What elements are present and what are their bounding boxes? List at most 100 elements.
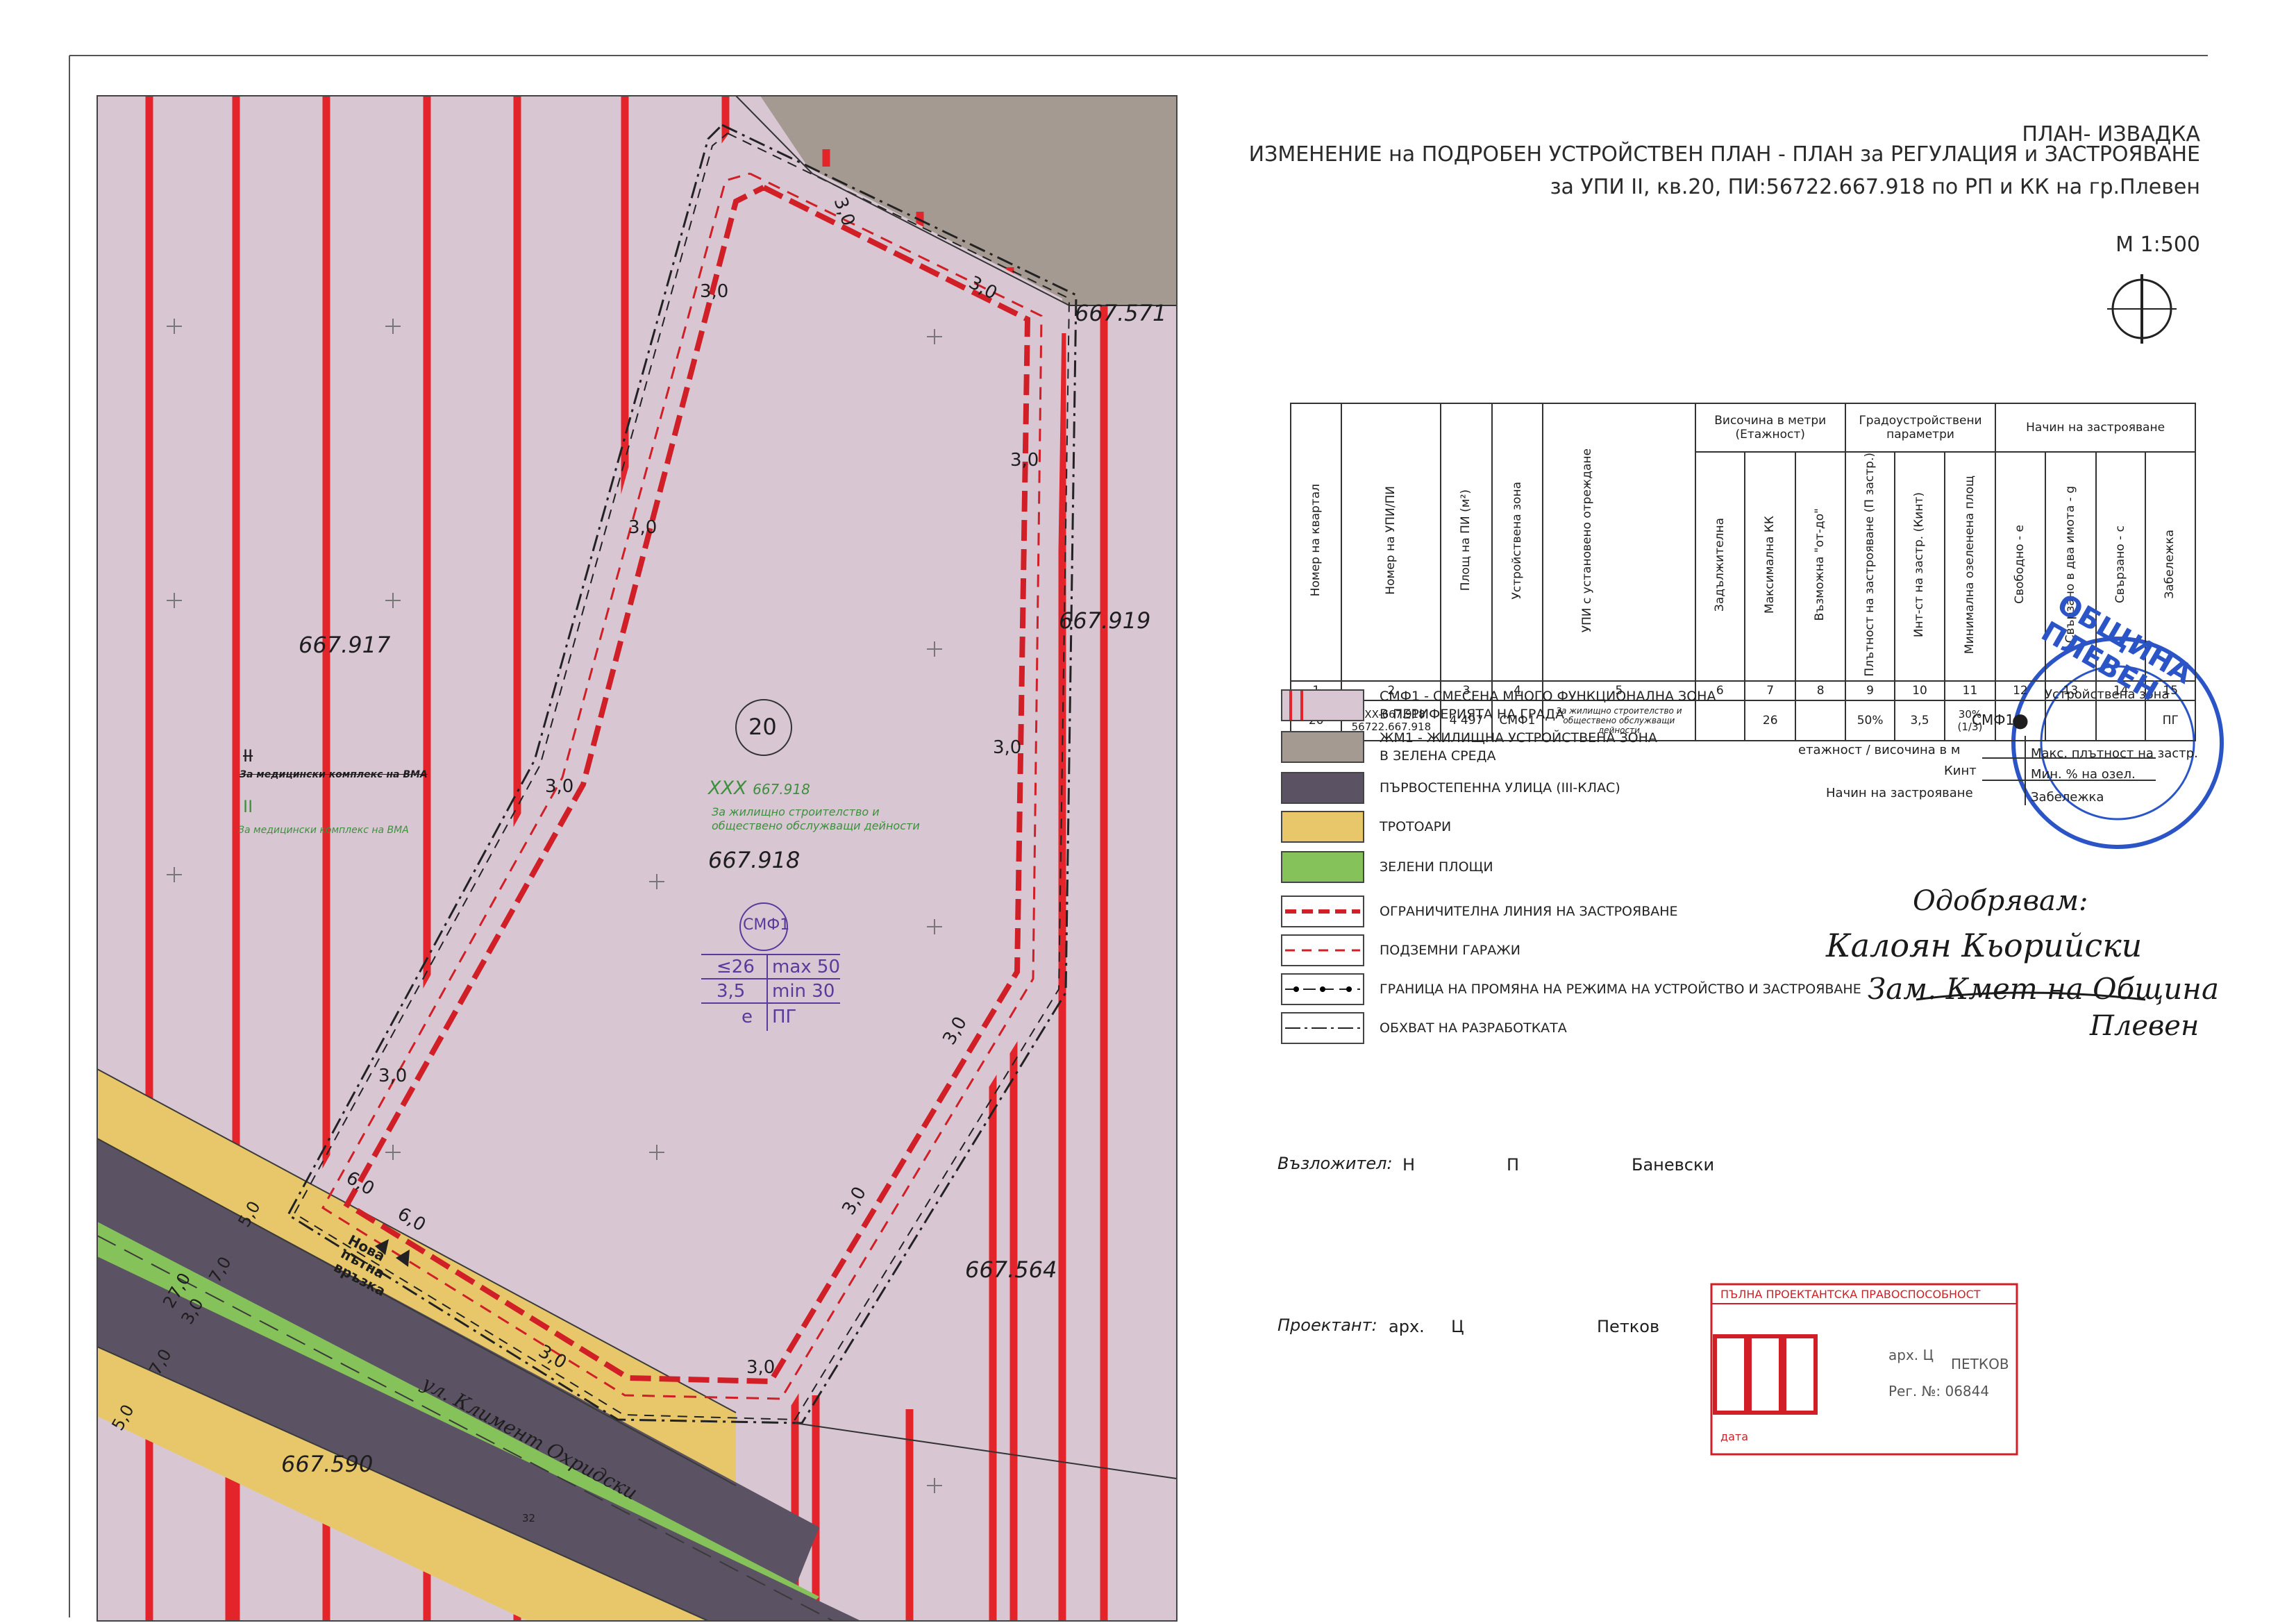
legend-swatch-green: [1281, 851, 1364, 883]
upi-parcel-label: 667.918: [753, 781, 810, 798]
legend-walk: ТРОТОАРИ: [1281, 811, 1451, 843]
north-arrow-icon: [2107, 274, 2177, 344]
designer-prefix: арх.: [1389, 1317, 1425, 1336]
legend-text-garage: ПОДЗЕМНИ ГАРАЖИ: [1380, 943, 1520, 958]
quarter-number: 20: [748, 714, 777, 740]
upi-code-label: XXX: [708, 777, 747, 799]
parcel-667-590: 667.590: [281, 1451, 374, 1477]
assignor-name-1: Н: [1402, 1155, 1416, 1175]
key-zone: СМФ1: [1972, 712, 2015, 728]
legend-swatch-scope: [1281, 1012, 1364, 1044]
parcel-667-571: 667.571: [1075, 300, 1167, 326]
legend-swatch-walk: [1281, 811, 1364, 843]
legend-text-zhm1: ЖМ1 - ЖИЛИЩНА УСТРОЙСТВЕНА ЗОНА В ЗЕЛЕНА…: [1380, 730, 1657, 764]
stamp-header: ПЪЛНА ПРОЕКТАНТСКА ПРАВОСПОСОБНОСТ: [1720, 1288, 1981, 1301]
col-number: 10: [1894, 680, 1945, 701]
designer-name-2: Петков: [1597, 1317, 1660, 1336]
approval-line-4: Плевен: [2090, 1010, 2199, 1042]
offset-label: 3,0: [993, 737, 1022, 758]
group-header-height: Височина в метри (Етажност): [1694, 403, 1846, 453]
zone-key-note: ПГ: [772, 1007, 797, 1027]
col-header: Свързано - с: [2113, 525, 2127, 604]
legend-green: ЗЕЛЕНИ ПЛОЩИ: [1281, 851, 1493, 883]
legend-garage: ПОДЗЕМНИ ГАРАЖИ: [1281, 934, 1520, 966]
col-header: Задължителна: [1712, 517, 1727, 612]
key-grid: [1982, 736, 2156, 805]
stamp-line-2: ПЕТКОВ: [1951, 1356, 2009, 1372]
sheet-object: за УПИ II, кв.20, ПИ:56722.667.918 по РП…: [1550, 175, 2200, 199]
col-header: Максимална КК: [1762, 515, 1777, 614]
legend-swatch-smf1: [1281, 689, 1364, 721]
legend-street: ПЪРВОСТЕПЕННА УЛИЦА (III-КЛАС): [1281, 772, 1620, 804]
col-header: Минимална озеленена площ: [1962, 475, 1977, 654]
designer-name-1: Ц: [1451, 1317, 1464, 1336]
legend-swatch-street: [1281, 772, 1364, 804]
offset-label: 3,0: [700, 281, 729, 302]
assignor-label: Възложител:: [1277, 1154, 1393, 1173]
legend-text-limit: ОГРАНИЧИТЕЛНА ЛИНИЯ НА ЗАСТРОЯВАНЕ: [1380, 904, 1678, 919]
cell: 26: [1743, 699, 1797, 741]
key-row2-left: Кинт: [1944, 764, 1977, 778]
legend-swatch-garage: [1281, 934, 1364, 966]
upi-code: XXX 667.918: [708, 777, 810, 799]
col-header: Устройствена зона: [1509, 481, 1524, 600]
col-header: Свободно - е: [2013, 525, 2027, 605]
legend-text-scope: ОБХВАТ НА РАЗРАБОТКАТА: [1380, 1020, 1567, 1036]
legend-scope: ОБХВАТ НА РАЗРАБОТКАТА: [1281, 1012, 1567, 1044]
upi-purpose-line-1: За жилищно строителство и: [712, 805, 880, 818]
upi-purpose-line-2: обществено обслужващи дейности: [712, 819, 920, 832]
legend-text-green: ЗЕЛЕНИ ПЛОЩИ: [1380, 859, 1493, 875]
col-header: Забележка: [2163, 530, 2177, 600]
new-upi-text-old: За медицински комплекс на ВМА: [238, 825, 409, 836]
col-header: Възможна "от-до": [1813, 508, 1827, 621]
group-header-method: Начин на застрояване: [1995, 403, 2196, 453]
assignor-name-2: П: [1507, 1155, 1520, 1175]
new-upi-mark: II: [243, 797, 253, 816]
offset-label: 3,0: [1010, 450, 1039, 471]
cell: [1795, 699, 1846, 741]
sheet-subtitle: ИЗМЕНЕНИЕ на ПОДРОБЕН УСТРОЙСТВЕН ПЛАН -…: [1248, 142, 2200, 167]
group-header-params: Градоустройствени параметри: [1844, 403, 1997, 453]
stamp-reg: Рег. №: 06844: [1888, 1383, 1990, 1399]
approval-line-3: Зам. Кмет на Община: [1868, 972, 2220, 1006]
street-number: 32: [522, 1512, 536, 1524]
sheet-scale: М 1:500: [2115, 233, 2200, 257]
zone-key-height: ≤26: [717, 957, 755, 977]
zone-key-code: СМФ1: [743, 916, 790, 934]
legend-text-change: ГРАНИЦА НА ПРОМЯНА НА РЕЖИМА НА УСТРОЙСТ…: [1380, 982, 1861, 997]
col-number: 11: [1943, 680, 1997, 701]
zone-key-kint: 3,5: [717, 981, 746, 1002]
parcel-667-919: 667.919: [1059, 607, 1151, 634]
col-number: 7: [1743, 680, 1797, 701]
plan-map: [69, 55, 2224, 1622]
zone-key-green: min 30: [772, 981, 835, 1002]
cell: 50%: [1844, 699, 1896, 741]
old-upi-text: За медицински комплекс на ВМА: [240, 769, 428, 780]
approval-line-2: Калоян Кьорийски: [1826, 927, 2143, 964]
assignor-name-3: Баневски: [1632, 1155, 1715, 1175]
upi-purpose: За жилищно строителство и обществено обс…: [712, 805, 920, 833]
key-row3-left: Начин на застрояване: [1826, 786, 1973, 800]
offset-label: 3,0: [545, 776, 574, 797]
col-header: Инт-ст на застр. (Кинт): [1912, 491, 1927, 637]
legend-text-street: ПЪРВОСТЕПЕННА УЛИЦА (III-КЛАС): [1380, 780, 1620, 796]
legend-limit: ОГРАНИЧИТЕЛНА ЛИНИЯ НА ЗАСТРОЯВАНЕ: [1281, 895, 1678, 927]
col-header: Номер на квартал: [1308, 484, 1323, 597]
col-header: Площ на ПИ (м²): [1459, 489, 1473, 591]
legend-swatch-zhm1: [1281, 731, 1364, 763]
approval-line-1: Одобрявам:: [1913, 885, 2088, 917]
zone-key-density: max 50: [772, 957, 840, 977]
key-row1-left: етажност / височина в м: [1798, 743, 1961, 757]
stamp-logo: [1713, 1334, 1818, 1415]
col-number: 8: [1795, 680, 1846, 701]
legend-smf1: СМФ1 - СМЕСЕНА МНОГО ФУНКЦИОНАЛНА ЗОНА В…: [1281, 687, 1716, 723]
old-upi-mark: II: [243, 746, 253, 766]
col-header: УПИ с установено отреждане: [1579, 448, 1594, 632]
stamp-line-1: арх. Ц: [1888, 1347, 1934, 1363]
cell: [2095, 699, 2147, 741]
parcel-667-564: 667.564: [965, 1256, 1057, 1283]
legend-text-smf1: СМФ1 - СМЕСЕНА МНОГО ФУНКЦИОНАЛНА ЗОНА В…: [1380, 689, 1716, 722]
zone-key-type: е: [741, 1007, 753, 1027]
legend-text-walk: ТРОТОАРИ: [1380, 819, 1452, 834]
designer-label: Проектант:: [1277, 1315, 1377, 1335]
